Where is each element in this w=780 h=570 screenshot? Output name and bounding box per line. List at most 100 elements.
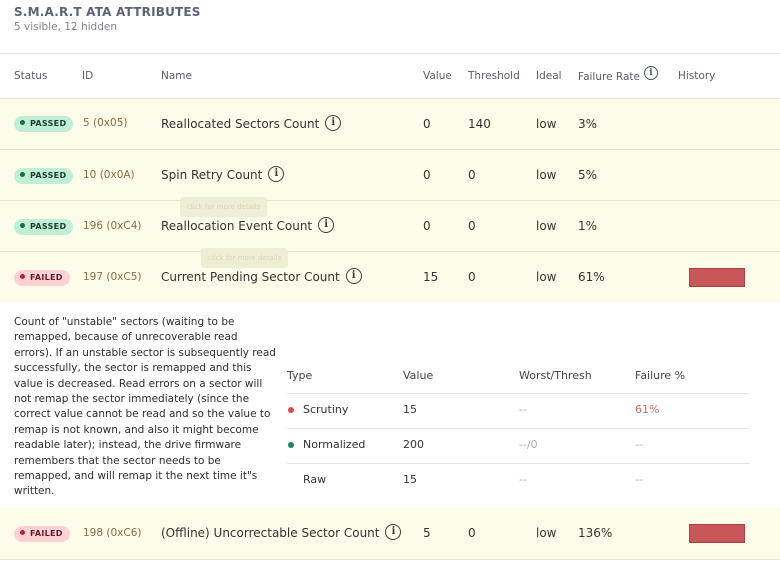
divider: [287, 463, 750, 464]
attribute-threshold: 140: [468, 117, 491, 131]
attribute-failure-rate: 3%: [578, 117, 598, 131]
detail-col-worst-thresh: Worst/Thresh: [519, 369, 592, 382]
attribute-threshold: 0: [468, 270, 476, 284]
attribute-name: Reallocation Event Count: [161, 219, 313, 233]
attribute-threshold: 0: [468, 168, 476, 182]
col-name[interactable]: Name: [161, 70, 192, 82]
table-row[interactable]: PASSED 5 (0x05) Reallocated Sectors Coun…: [0, 99, 780, 150]
col-threshold[interactable]: Threshold: [468, 70, 520, 82]
attribute-ideal: low: [536, 526, 557, 540]
status-label: PASSED: [30, 222, 67, 231]
status-label: PASSED: [30, 171, 67, 180]
table-row-expanded[interactable]: FAILED 197 (0xC5) Current Pending Sector…: [0, 252, 780, 302]
attribute-ideal: low: [536, 270, 557, 284]
attribute-name-cell: Reallocation Event Count i: [161, 217, 335, 233]
attribute-id: 198 (0xC6): [83, 527, 142, 539]
attribute-failure-rate: 1%: [578, 219, 598, 233]
table-row[interactable]: FAILED 198 (0xC6) (Offline) Uncorrectabl…: [0, 508, 780, 560]
attribute-failure-rate: 136%: [578, 526, 613, 540]
status-badge: FAILED: [14, 526, 70, 542]
divider: [287, 428, 750, 429]
attribute-detail-panel: Count of "unstable" sectors (waiting to …: [0, 302, 780, 508]
detail-col-failure-pct: Failure %: [635, 369, 686, 382]
detail-type: Raw: [303, 473, 327, 486]
attribute-name: Current Pending Sector Count: [161, 270, 340, 284]
table-row[interactable]: PASSED 196 (0xC4) Reallocation Event Cou…: [0, 201, 780, 252]
col-ideal[interactable]: Ideal: [536, 70, 562, 82]
status-dot-icon: [288, 407, 294, 413]
status-dot-icon: [20, 120, 25, 125]
col-id[interactable]: ID: [82, 70, 93, 82]
attribute-value: 0: [423, 117, 431, 131]
failure-rate-info-icon[interactable]: i: [643, 66, 658, 80]
attribute-name: Spin Retry Count: [161, 168, 263, 182]
section-title: S.M.A.R.T ATA ATTRIBUTES: [14, 5, 201, 19]
tooltip: click for more details: [180, 197, 268, 217]
detail-failure-pct: --: [635, 438, 643, 451]
attribute-name-cell: (Offline) Uncorrectable Sector Count i: [161, 524, 402, 540]
attribute-ideal: low: [536, 117, 557, 131]
info-icon[interactable]: i: [345, 268, 362, 284]
col-history: History: [678, 70, 716, 82]
col-status[interactable]: Status: [14, 70, 47, 82]
detail-failure-pct: 61%: [635, 403, 660, 416]
detail-worst-thresh: --/0: [519, 438, 538, 451]
divider: [287, 393, 750, 394]
attribute-name-cell: Current Pending Sector Count i: [161, 268, 362, 284]
detail-col-value: Value: [403, 369, 434, 382]
attribute-id: 10 (0x0A): [83, 169, 135, 181]
col-failure-rate[interactable]: Failure Rate i: [578, 66, 658, 83]
detail-value: 15: [403, 403, 417, 416]
status-badge: PASSED: [14, 219, 74, 235]
attribute-value: 5: [423, 526, 431, 540]
attribute-description: Count of "unstable" sectors (waiting to …: [14, 316, 276, 498]
attribute-ideal: low: [536, 219, 557, 233]
status-badge: FAILED: [14, 270, 70, 286]
status-dot-icon: [20, 223, 25, 228]
tooltip: click for more details: [201, 248, 289, 268]
attribute-id: 196 (0xC4): [83, 220, 142, 232]
attribute-value: 15: [423, 270, 439, 284]
attribute-name-cell: Reallocated Sectors Count i: [161, 115, 342, 131]
info-icon[interactable]: i: [325, 115, 342, 131]
detail-col-type: Type: [287, 369, 313, 382]
status-dot-icon: [20, 172, 25, 177]
detail-worst-thresh: --: [519, 473, 527, 486]
status-label: PASSED: [30, 119, 67, 128]
attribute-name-cell: Spin Retry Count i: [161, 166, 285, 182]
detail-failure-pct: --: [635, 473, 643, 486]
table-row[interactable]: PASSED 10 (0x0A) Spin Retry Count i 0 0 l…: [0, 150, 780, 201]
attribute-failure-rate: 61%: [578, 270, 605, 284]
status-dot-icon: [20, 274, 25, 279]
attribute-id: 5 (0x05): [83, 117, 128, 129]
status-dot-icon: [20, 530, 25, 535]
info-icon[interactable]: i: [385, 524, 402, 540]
attribute-name: (Offline) Uncorrectable Sector Count: [161, 526, 380, 540]
detail-type: Scrutiny: [303, 403, 349, 416]
section-header: S.M.A.R.T ATA ATTRIBUTES 5 visible, 12 h…: [0, 0, 780, 54]
detail-worst-thresh: --: [519, 403, 527, 416]
info-icon[interactable]: i: [318, 217, 335, 233]
col-failure-rate-label: Failure Rate: [578, 71, 640, 83]
table-header: Status ID Name Value Threshold Ideal Fai…: [0, 54, 780, 99]
attribute-id: 197 (0xC5): [83, 271, 142, 283]
attribute-value: 0: [423, 219, 431, 233]
attribute-name: Reallocated Sectors Count: [161, 117, 320, 131]
visibility-summary[interactable]: 5 visible, 12 hidden: [14, 21, 117, 33]
history-bar: [689, 524, 745, 543]
attribute-value: 0: [423, 168, 431, 182]
info-icon[interactable]: i: [268, 166, 285, 182]
detail-type: Normalized: [303, 438, 366, 451]
status-label: FAILED: [30, 273, 63, 282]
status-badge: PASSED: [14, 168, 74, 184]
attribute-failure-rate: 5%: [578, 168, 598, 182]
col-value[interactable]: Value: [423, 70, 452, 82]
status-label: FAILED: [30, 529, 63, 538]
status-dot-icon: [288, 442, 294, 448]
history-bar: [689, 268, 745, 287]
attribute-threshold: 0: [468, 526, 476, 540]
attribute-threshold: 0: [468, 219, 476, 233]
detail-value: 200: [403, 438, 424, 451]
status-badge: PASSED: [14, 116, 74, 132]
attribute-ideal: low: [536, 168, 557, 182]
